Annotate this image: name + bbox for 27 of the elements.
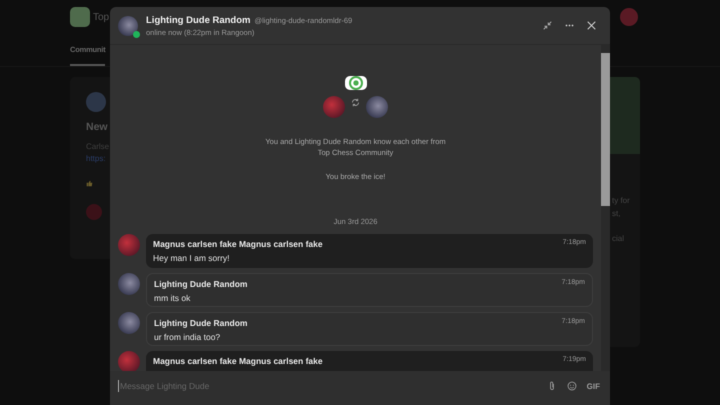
collapse-icon[interactable] [543, 21, 552, 30]
avatar-icon [118, 312, 140, 334]
emoji-icon[interactable] [566, 381, 577, 391]
sync-icon [351, 98, 360, 107]
message-author: Magnus carlsen fake Magnus carlsen fake [153, 239, 323, 249]
avatar-icon [118, 16, 138, 36]
thumbs-up-icon[interactable] [86, 180, 93, 187]
message-author: Lighting Dude Random [154, 318, 248, 328]
avatar-icon [86, 92, 106, 112]
site-name: Top [93, 12, 110, 22]
scrollbar-thumb[interactable] [601, 53, 610, 206]
avatar-icon [118, 234, 140, 256]
post-title: New [86, 121, 109, 133]
post-link[interactable]: https: [86, 154, 110, 163]
gif-button[interactable]: GIF [586, 382, 600, 390]
message-text: Hey man I am sorry! [153, 253, 231, 263]
avatar-icon [118, 273, 140, 295]
avatar-icon [118, 351, 140, 371]
message-text: ur from india too? [154, 332, 222, 342]
avatar-icon [323, 96, 345, 118]
avatar-icon [366, 96, 388, 118]
close-icon[interactable] [587, 21, 596, 30]
message-text: mm its ok [154, 293, 192, 303]
user-name: Lighting Dude Random [146, 14, 250, 26]
message-author: Magnus carlsen fake Magnus carlsen fake [153, 356, 323, 366]
avatar-icon [86, 204, 102, 220]
message-author: Lighting Dude Random [154, 279, 248, 289]
